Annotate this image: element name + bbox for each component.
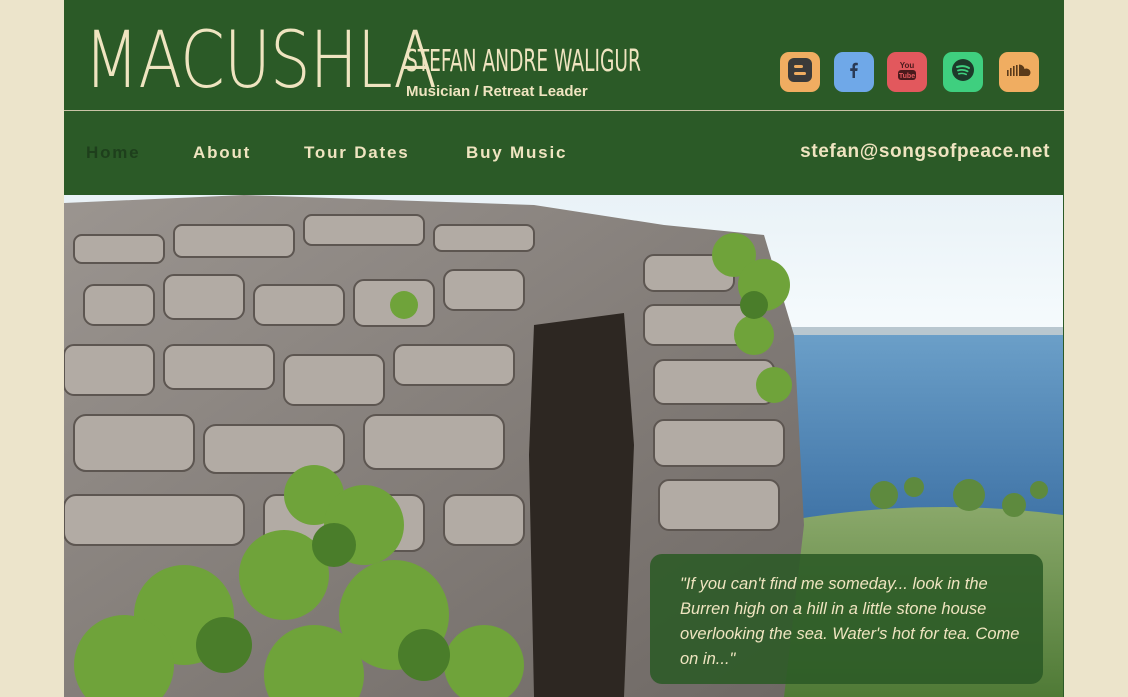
contact-email-link[interactable]: stefan@songsofpeace.net xyxy=(800,141,1050,163)
blogger-icon xyxy=(787,57,813,88)
nav-item-home[interactable]: Home xyxy=(86,143,140,163)
soundcloud-button[interactable] xyxy=(999,52,1039,92)
svg-text:You: You xyxy=(900,61,915,70)
artist-name: STEFAN ANDRE WALIGUR xyxy=(406,44,641,79)
artist-tagline: Musician / Retreat Leader xyxy=(406,83,588,100)
blogger-button[interactable] xyxy=(780,52,820,92)
youtube-button[interactable]: You Tube xyxy=(887,52,927,92)
main-nav: Home About Tour Dates Buy Music stefan@s… xyxy=(64,111,1064,195)
quote-box: "If you can't find me someday... look in… xyxy=(650,554,1043,684)
hero-quote: "If you can't find me someday... look in… xyxy=(680,575,1020,668)
site-logo-title[interactable]: MACUSHLA xyxy=(84,18,437,104)
nav-item-tour-dates[interactable]: Tour Dates xyxy=(304,143,410,163)
spotify-icon xyxy=(951,58,975,87)
svg-text:Tube: Tube xyxy=(899,73,915,80)
facebook-button[interactable] xyxy=(834,52,874,92)
youtube-icon: You Tube xyxy=(895,58,919,87)
soundcloud-icon xyxy=(1006,61,1032,84)
nav-item-about[interactable]: About xyxy=(193,143,251,163)
site-page: MACUSHLA STEFAN ANDRE WALIGUR Musician /… xyxy=(64,0,1064,697)
hero-image: "If you can't find me someday... look in… xyxy=(64,195,1063,697)
spotify-button[interactable] xyxy=(943,52,983,92)
nav-item-buy-music[interactable]: Buy Music xyxy=(466,143,567,163)
facebook-icon xyxy=(844,60,864,85)
site-header: MACUSHLA STEFAN ANDRE WALIGUR Musician /… xyxy=(64,0,1064,110)
